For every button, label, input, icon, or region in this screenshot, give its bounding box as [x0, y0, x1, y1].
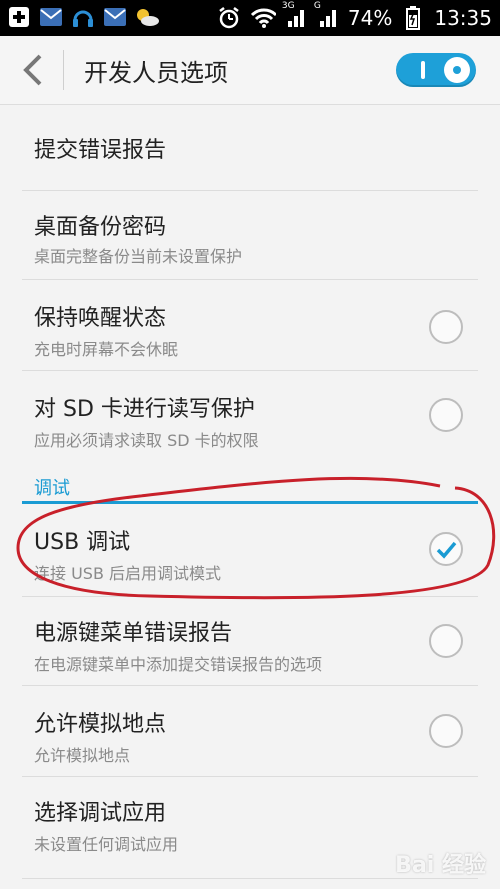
- setting-title: 允许模拟地点: [34, 712, 167, 737]
- weather-icon: [134, 4, 160, 30]
- battery-icon: [400, 5, 426, 31]
- setting-title: USB 调试: [34, 530, 131, 555]
- setting-summary: 充电时屏幕不会休眠: [34, 340, 179, 359]
- plus-icon: [6, 4, 32, 30]
- section-header-debug: 调试: [34, 478, 70, 499]
- setting-summary: 允许模拟地点: [34, 746, 131, 765]
- developer-options-toggle[interactable]: [396, 53, 476, 87]
- mail-icon: [102, 4, 128, 30]
- toggle-on-indicator: [421, 61, 425, 79]
- status-bar: 3G G 74% 13:35: [0, 0, 500, 36]
- setting-summary: 连接 USB 后启用调试模式: [34, 564, 222, 583]
- back-button[interactable]: [18, 52, 48, 88]
- usb-debugging-checkbox[interactable]: [429, 532, 463, 566]
- power-menu-bug-report-checkbox[interactable]: [429, 624, 463, 658]
- check-icon: [436, 541, 457, 559]
- setting-title: 保持唤醒状态: [34, 306, 167, 331]
- mock-locations-checkbox[interactable]: [429, 714, 463, 748]
- setting-summary: 桌面完整备份当前未设置保护: [34, 247, 243, 266]
- setting-title: 选择调试应用: [34, 801, 167, 826]
- setting-item-power-menu-bug-report[interactable]: 电源键菜单错误报告 在电源键菜单中添加提交错误报告的选项: [0, 597, 500, 685]
- stay-awake-checkbox[interactable]: [429, 310, 463, 344]
- signal-icon: 3G: [282, 1, 308, 29]
- action-bar-divider: [63, 50, 64, 90]
- signal-type-label: 3G: [281, 1, 295, 11]
- setting-summary: 在电源键菜单中添加提交错误报告的选项: [34, 655, 323, 674]
- wifi-icon: [250, 5, 276, 31]
- sd-protect-checkbox[interactable]: [429, 398, 463, 432]
- signal-type-label: G: [313, 1, 321, 11]
- clock: 13:35: [434, 6, 492, 30]
- battery-percent: 74%: [347, 6, 393, 30]
- toggle-knob: [444, 57, 470, 83]
- notification-icons: [6, 4, 160, 30]
- alarm-icon: [216, 5, 242, 31]
- setting-item-sd-protect[interactable]: 对 SD 卡进行读写保护 应用必须请求读取 SD 卡的权限: [0, 371, 500, 461]
- system-icons: 3G G 74% 13:35: [216, 0, 492, 36]
- page-title: 开发人员选项: [84, 59, 228, 87]
- setting-title: 对 SD 卡进行读写保护: [34, 397, 255, 422]
- setting-item-mock-locations[interactable]: 允许模拟地点 允许模拟地点: [0, 686, 500, 776]
- setting-summary: 应用必须请求读取 SD 卡的权限: [34, 431, 259, 450]
- setting-item-bug-report[interactable]: 提交错误报告: [0, 104, 500, 190]
- action-bar: 开发人员选项: [0, 36, 500, 105]
- signal-icon: G: [314, 1, 340, 29]
- setting-summary: 未设置任何调试应用: [34, 835, 179, 854]
- setting-title: 电源键菜单错误报告: [34, 621, 233, 646]
- setting-title: 提交错误报告: [34, 138, 167, 163]
- setting-item-usb-debugging[interactable]: USB 调试 连接 USB 后启用调试模式: [0, 504, 500, 596]
- setting-title: 桌面备份密码: [34, 215, 167, 240]
- chevron-left-icon: [23, 54, 42, 86]
- watermark-logo: Bai 经验: [395, 853, 486, 878]
- headset-icon: [70, 4, 96, 30]
- setting-item-backup-password[interactable]: 桌面备份密码 桌面完整备份当前未设置保护: [0, 191, 500, 279]
- mail-icon: [38, 4, 64, 30]
- setting-item-stay-awake[interactable]: 保持唤醒状态 充电时屏幕不会休眠: [0, 280, 500, 370]
